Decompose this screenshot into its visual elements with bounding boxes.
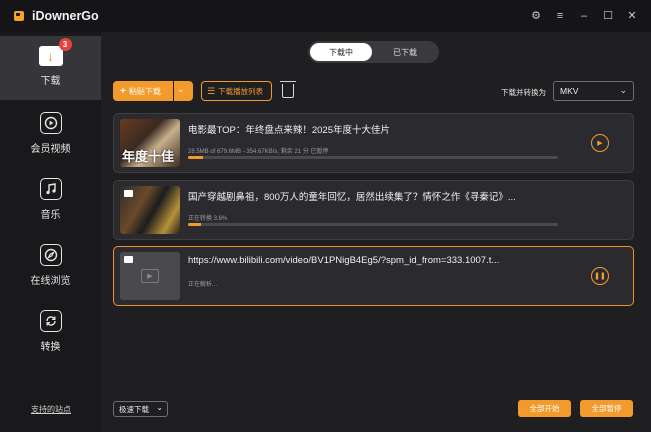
plus-icon: + [120, 85, 126, 97]
progress-bar [188, 223, 558, 226]
thumbnail-caption: 年度十佳 [122, 149, 175, 164]
download-title: https://www.bilibili.com/video/BV1PNigB4… [188, 255, 500, 266]
chevron-down-icon: ⌄ [619, 85, 627, 95]
resume-icon[interactable]: ▶ [591, 134, 609, 152]
title-bar: iDownerGo ⚙ ≡ – ☐ ✕ [0, 0, 651, 32]
video-placeholder-icon: ▶ [141, 269, 159, 283]
pause-all-button[interactable]: 全部暂停 [580, 400, 633, 417]
download-status: 正在转换 3.6% [188, 216, 228, 222]
format-select[interactable]: MKV ⌄ [553, 81, 634, 101]
sidebar-item-browse[interactable]: 在线浏览 [0, 244, 101, 287]
sidebar-item-member-video[interactable]: 会员视频 [0, 112, 101, 155]
close-icon[interactable]: ✕ [627, 11, 637, 22]
sidebar-item-label: 音乐 [40, 210, 61, 221]
chevron-down-icon[interactable]: ⌄ [177, 84, 185, 95]
settings-icon[interactable]: ⚙ [531, 11, 541, 22]
music-note-icon [39, 178, 62, 200]
main-panel: 下载中 已下载 + 粘贴下载 ⌄ ☰ 下载播放列表 下载并转换为 MKV ⌄ 年… [101, 32, 651, 432]
download-title: 国产穿越剧鼻祖，800万人的童年回忆，居然出续集了？情怀之作《寻秦记》... [188, 192, 516, 203]
download-item[interactable]: ▶ https://www.bilibili.com/video/BV1PNig… [113, 246, 634, 306]
video-thumbnail: 年度十佳 [120, 119, 180, 167]
paste-download-label: 粘贴下载 [128, 86, 161, 96]
sidebar-item-music[interactable]: 音乐 [0, 178, 101, 221]
download-status: 正在解析... [188, 282, 218, 288]
maximize-icon[interactable]: ☐ [603, 11, 613, 22]
sidebar-item-label: 在线浏览 [30, 276, 71, 287]
convert-icon [39, 310, 62, 332]
download-playlist-label: 下载播放列表 [218, 86, 264, 96]
progress-fill [188, 156, 203, 159]
paste-download-button[interactable]: + 粘贴下载 ⌄ [113, 81, 193, 101]
download-title: 电影最TOP：年终盘点来辣！2025年度十大佳片 [188, 125, 390, 136]
tab-finished[interactable]: 已下载 [374, 43, 436, 61]
play-circle-icon [39, 112, 62, 134]
download-playlist-button[interactable]: ☰ 下载播放列表 [201, 81, 272, 101]
download-status: 28.5MB of 679.6MB - 354.67KB/s, 剩余 21 分 … [188, 149, 329, 155]
compass-icon [39, 244, 62, 266]
trash-icon[interactable] [280, 81, 296, 98]
format-value: MKV [560, 86, 579, 96]
toolbar: + 粘贴下载 ⌄ ☰ 下载播放列表 [113, 81, 296, 101]
app-window: iDownerGo ⚙ ≡ – ☐ ✕ ↓ 3 下载 会员视频 音乐 在线浏览 … [0, 0, 651, 432]
sidebar-item-convert[interactable]: 转换 [0, 310, 101, 353]
sidebar-item-label: 转换 [40, 342, 61, 353]
convert-to-label: 下载并转换为 [501, 88, 546, 97]
list-icon: ☰ [207, 85, 216, 96]
video-thumbnail [120, 186, 180, 234]
menu-icon[interactable]: ≡ [555, 11, 565, 22]
supported-sites-link[interactable]: 支持的站点 [31, 404, 71, 415]
sidebar: ↓ 3 下载 会员视频 音乐 在线浏览 转换 支持的站点 [0, 32, 101, 432]
minimize-icon[interactable]: – [579, 11, 589, 22]
download-item[interactable]: 国产穿越剧鼻祖，800万人的童年回忆，居然出续集了？情怀之作《寻秦记》... 正… [113, 180, 634, 240]
speed-mode-value: 极速下载 [119, 404, 149, 414]
sidebar-item-label: 会员视频 [30, 144, 71, 155]
progress-bar [188, 156, 558, 159]
download-count-badge: 3 [58, 38, 72, 51]
video-thumbnail-placeholder: ▶ [120, 252, 180, 300]
pause-icon[interactable]: ❚❚ [591, 267, 609, 285]
app-title: iDownerGo [32, 9, 99, 23]
button-divider [173, 81, 174, 101]
speed-mode-select[interactable]: 极速下载 ⌄ [113, 401, 168, 417]
tab-downloading[interactable]: 下载中 [310, 43, 372, 61]
download-icon: ↓ 3 [38, 38, 72, 66]
chevron-down-icon: ⌄ [156, 403, 163, 412]
sidebar-item-label: 下载 [40, 76, 61, 87]
start-all-button[interactable]: 全部开始 [518, 400, 571, 417]
download-item[interactable]: 年度十佳 电影最TOP：年终盘点来辣！2025年度十大佳片 28.5MB of … [113, 113, 634, 173]
sidebar-item-download[interactable]: ↓ 3 下载 [0, 36, 101, 100]
progress-fill [188, 223, 202, 226]
download-tabs: 下载中 已下载 [308, 41, 439, 63]
video-camera-icon [124, 256, 133, 263]
video-camera-icon [124, 190, 133, 197]
app-logo-icon [14, 11, 24, 21]
window-controls: ⚙ ≡ – ☐ ✕ [531, 0, 637, 32]
